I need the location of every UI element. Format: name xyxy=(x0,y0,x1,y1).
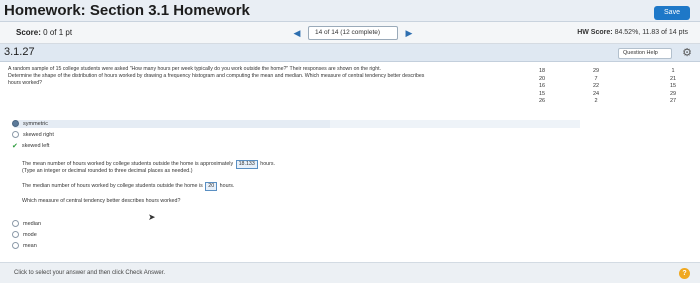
question-help-dropdown[interactable]: Question Help xyxy=(618,48,672,59)
save-button[interactable]: Save xyxy=(654,6,690,20)
data-cell: 18 xyxy=(538,68,546,74)
median-text-before: The median number of hours worked by col… xyxy=(22,183,203,189)
data-cell: 2 xyxy=(594,98,598,104)
score-display: Score: 0 of 1 pt xyxy=(16,28,72,37)
data-cell: 21 xyxy=(669,75,677,82)
score-value: 0 of 1 pt xyxy=(43,28,73,37)
prompt-line-1: A random sample of 15 college students w… xyxy=(8,66,381,72)
mean-text-before: The mean number of hours worked by colle… xyxy=(22,161,234,167)
data-cell: 1 xyxy=(671,68,675,74)
central-option-median[interactable]: median xyxy=(12,220,41,227)
data-cell: 15 xyxy=(538,90,546,97)
data-cell: 24 xyxy=(592,90,600,97)
arrow-left-icon[interactable]: ◀ xyxy=(290,26,304,40)
hw-score-label: HW Score: xyxy=(577,29,613,36)
option-label: mean xyxy=(23,242,37,249)
shape-option-skewed-right[interactable]: skewed right xyxy=(12,131,54,138)
question-select[interactable]: 14 of 14 (12 complete) xyxy=(308,26,398,40)
footer-instruction: Click to select your answer and then cli… xyxy=(14,270,166,276)
data-cell: 20 xyxy=(538,75,546,82)
mean-answer-input[interactable]: 18.133 xyxy=(235,160,258,169)
median-statement: The median number of hours worked by col… xyxy=(22,182,234,191)
option-label: skewed right xyxy=(23,131,54,138)
data-cell: 29 xyxy=(592,68,600,74)
question-navigation: ◀ 14 of 14 (12 complete) ▶ xyxy=(290,26,416,40)
radio-button[interactable] xyxy=(12,231,19,238)
question-prompt: A random sample of 15 college students w… xyxy=(8,66,528,87)
data-column-2: 29 7 22 24 2 xyxy=(589,68,603,106)
data-column-1: 18 20 16 15 26 xyxy=(535,68,549,106)
radio-button[interactable] xyxy=(12,220,19,227)
data-cell: 27 xyxy=(669,98,677,104)
data-cell: 15 xyxy=(669,83,677,89)
prompt-line-2: Determine the shape of the distribution … xyxy=(8,73,425,79)
option-label: symmetric xyxy=(23,120,49,127)
check-icon: ✔ xyxy=(12,143,18,150)
option-label: skewed left xyxy=(21,143,50,149)
mean-text-after: hours. xyxy=(260,161,276,167)
option-label: mode xyxy=(23,231,37,238)
footer-bar: Click to select your answer and then cli… xyxy=(0,262,700,283)
prompt-line-3: hours worked? xyxy=(8,80,43,86)
radio-button[interactable] xyxy=(12,242,19,249)
page-title: Homework: Section 3.1 Homework xyxy=(4,2,250,19)
title-bar: Homework: Section 3.1 Homework Save xyxy=(0,0,700,22)
data-column-3: 1 21 15 29 27 xyxy=(666,68,680,106)
median-answer-input[interactable]: 20 xyxy=(205,182,218,191)
data-cell: 26 xyxy=(538,98,546,104)
central-tendency-question: Which measure of central tendency better… xyxy=(22,198,181,204)
radio-button[interactable] xyxy=(12,120,19,127)
gear-icon[interactable]: ⚙ xyxy=(682,46,692,59)
question-number: 3.1.27 xyxy=(4,46,35,58)
hw-score: HW Score: 84.52%, 11.83 of 14 pts xyxy=(577,29,688,36)
score-label: Score: xyxy=(16,28,41,37)
data-cell: 29 xyxy=(669,90,677,97)
central-option-mean[interactable]: mean xyxy=(12,242,37,249)
question-header: 3.1.27 Question Help ⚙ xyxy=(0,44,700,62)
help-icon[interactable]: ? xyxy=(679,268,690,279)
mouse-cursor-icon: ➤ xyxy=(148,212,156,222)
data-cell: 7 xyxy=(594,75,598,82)
shape-option-skewed-left[interactable]: ✔ skewed left xyxy=(12,142,49,150)
arrow-right-icon[interactable]: ▶ xyxy=(402,26,416,40)
mean-hint: (Type an integer or decimal rounded to t… xyxy=(22,168,193,174)
hw-score-value: 84.52%, 11.83 of 14 pts xyxy=(614,29,688,36)
data-cell: 22 xyxy=(592,83,600,89)
median-text-after: hours. xyxy=(219,183,235,189)
option-label: median xyxy=(23,220,42,227)
highlight-bar-right xyxy=(330,120,580,128)
radio-button[interactable] xyxy=(12,131,19,138)
shape-option-symmetric[interactable]: symmetric xyxy=(12,120,48,127)
score-bar: Score: 0 of 1 pt ◀ 14 of 14 (12 complete… xyxy=(0,22,700,44)
data-cell: 16 xyxy=(538,83,546,89)
central-option-mode[interactable]: mode xyxy=(12,231,37,238)
